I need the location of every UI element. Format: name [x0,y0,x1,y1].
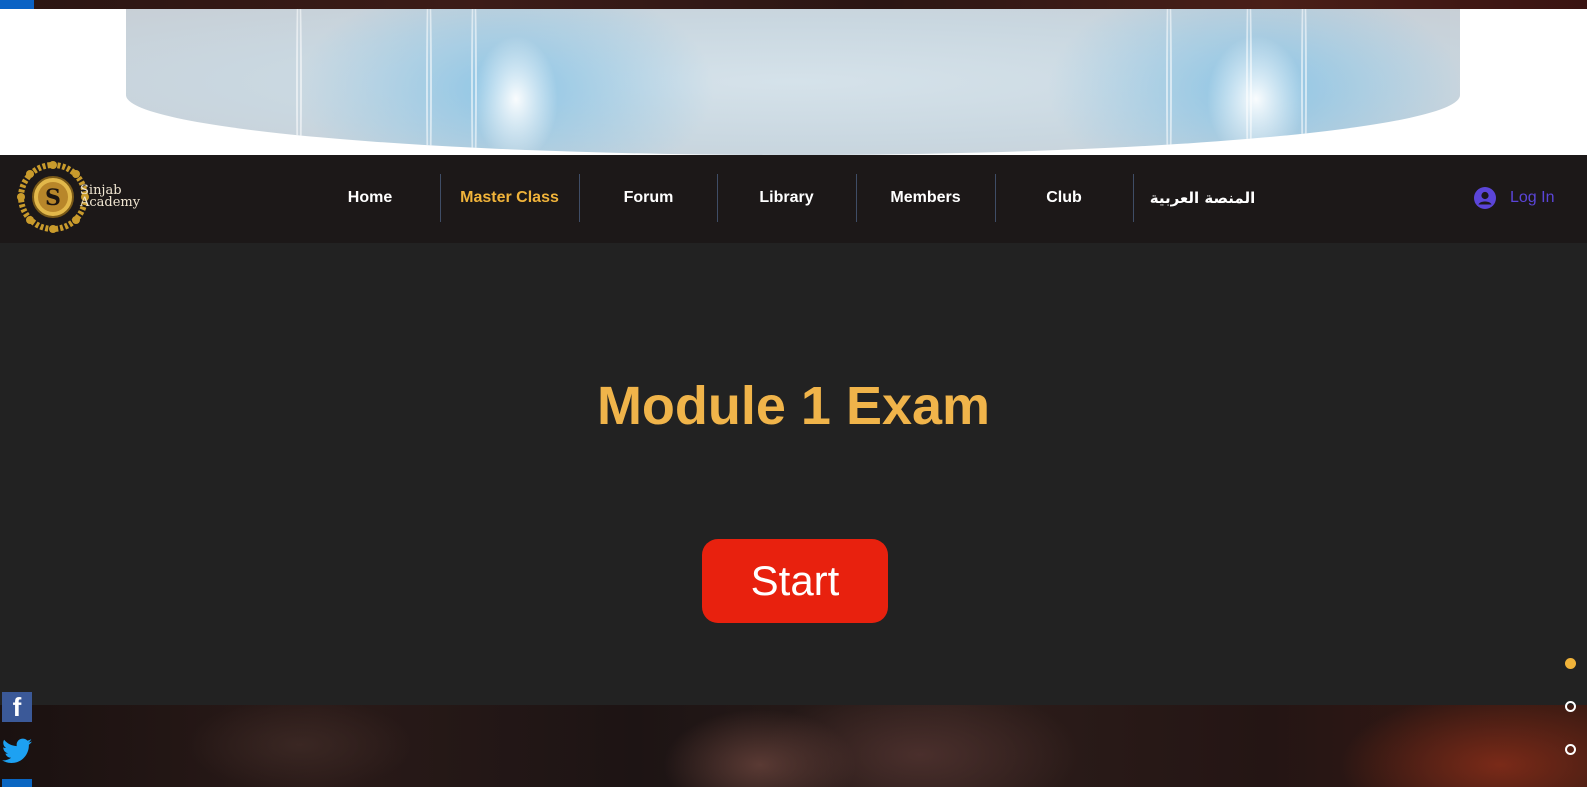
start-exam-button[interactable]: Start [702,539,888,623]
banner-light-ring [471,9,477,155]
nav-item-members[interactable]: Members [857,174,994,222]
nav-item-home[interactable]: Home [302,174,438,222]
page-dot-1[interactable] [1565,658,1576,669]
linkedin-icon[interactable] [2,779,32,787]
banner-image [126,9,1460,155]
nav-item-club[interactable]: Club [996,174,1132,222]
nav-item-forum[interactable]: Forum [580,174,717,222]
page-dot-2[interactable] [1565,701,1576,712]
nav-item-arabic-platform[interactable]: المنصة العربية [1134,174,1271,222]
twitter-bird-glyph [2,738,32,763]
top-background-strip [0,0,1587,9]
login-label: Log In [1510,189,1555,206]
user-avatar-icon [1474,187,1496,209]
main-navbar: S Sinjab Academy Home Master Class Forum… [0,155,1587,243]
page-dot-3[interactable] [1565,744,1576,755]
twitter-icon[interactable] [2,736,32,766]
nav-item-library[interactable]: Library [718,174,855,222]
banner-light-ring [296,9,302,155]
facebook-icon[interactable]: f [2,692,32,722]
banner-light-ring [1166,9,1172,155]
banner-light-ring [1246,9,1252,155]
nav-item-master-class[interactable]: Master Class [441,174,578,222]
banner-light-ring [1301,9,1307,155]
bottom-background-photo [0,705,1587,787]
login-button[interactable]: Log In [1474,185,1554,211]
top-corner-social-icon[interactable] [0,0,34,9]
brand-name-line2: Academy [80,195,141,210]
header-banner [0,9,1587,155]
brand-name: Sinjab Academy [80,184,141,210]
page-title: Module 1 Exam [596,376,991,436]
banner-light-ring [426,9,432,155]
logo-letter: S [45,185,61,211]
